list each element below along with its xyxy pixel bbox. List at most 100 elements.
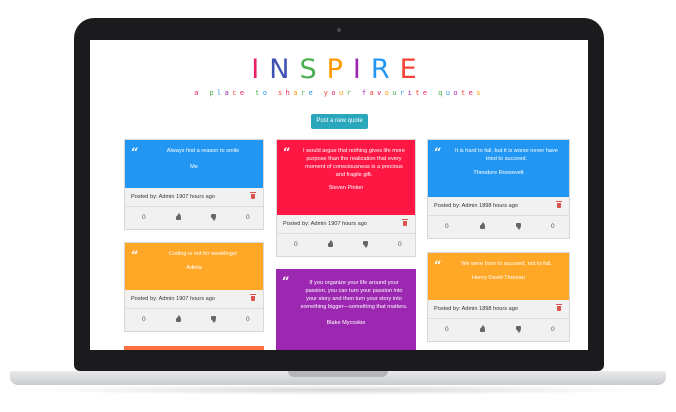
- trash-icon[interactable]: [402, 219, 408, 226]
- tagline-char: v: [377, 89, 385, 97]
- trash-icon[interactable]: [250, 192, 256, 199]
- tagline-char: o: [384, 89, 393, 97]
- vote-bar: 0 0: [428, 216, 569, 238]
- thumbs-up-icon[interactable]: [480, 222, 485, 229]
- quote-card: “ I would argue that nothing gives life …: [276, 139, 416, 257]
- tagline-char: t: [255, 89, 263, 97]
- quote-author: Theodore Roosevelt: [473, 170, 524, 176]
- tagline-char: a: [369, 89, 378, 97]
- tagline-char: e: [468, 89, 477, 97]
- quote-card: “ If you organize your life around your …: [276, 269, 416, 350]
- thumbs-up-icon[interactable]: [176, 213, 181, 220]
- site-title: INSPIRE: [90, 54, 588, 85]
- quote-icon: “: [434, 259, 442, 274]
- vote-bar: 0 0: [125, 309, 263, 331]
- quote-icon: “: [131, 249, 139, 264]
- tagline-char: [354, 89, 362, 97]
- site-tagline: a place to share your favourite quotes: [90, 89, 588, 97]
- tagline-char: [202, 89, 210, 97]
- quote-author: Blake Mycoskie: [326, 320, 366, 326]
- upvote-count: 0: [294, 241, 298, 248]
- upvote-count: 0: [142, 316, 146, 323]
- tagline-char: u: [339, 89, 347, 97]
- trash-icon[interactable]: [250, 294, 256, 301]
- title-letter: S: [299, 54, 327, 85]
- posted-info: Posted by: Admin 1898 hours ago: [428, 300, 569, 319]
- quote-author: Me: [190, 164, 198, 170]
- quote-icon: “: [434, 146, 442, 161]
- posted-info: Posted by: Admin 1907 hours ago: [125, 290, 263, 309]
- quote-text: We were born to succeed, not to fail.: [461, 261, 552, 267]
- tagline-char: a: [224, 89, 233, 97]
- upvote-count: 0: [445, 223, 449, 230]
- quote-icon: “: [282, 275, 290, 290]
- title-letter: N: [269, 54, 300, 85]
- thumbs-up-icon[interactable]: [328, 240, 333, 247]
- tagline-char: a: [293, 89, 301, 97]
- tagline-char: f: [361, 89, 370, 97]
- title-letter: E: [399, 54, 427, 85]
- quote-card: “ Coding is not for weaklings! Adiela Po…: [124, 242, 264, 332]
- quote-text: Coding is not for weaklings!: [168, 251, 238, 257]
- quote-text: I would argue that nothing gives life mo…: [303, 148, 405, 178]
- quote-body: “ Always find a reason to smile Me: [125, 140, 263, 188]
- quote-text: It is hard to fail, but it is worse neve…: [455, 148, 558, 162]
- title-letter: I: [251, 54, 270, 85]
- vote-bar: 0 0: [277, 234, 415, 256]
- laptop-notch: [288, 371, 388, 377]
- tagline-char: c: [232, 89, 240, 97]
- thumbs-down-icon[interactable]: [211, 214, 216, 221]
- thumbs-up-icon[interactable]: [480, 325, 485, 332]
- webcam: [337, 28, 341, 32]
- vote-bar: 0 0: [428, 319, 569, 341]
- quote-author: Henry David Thoreau: [471, 275, 526, 281]
- quote-body: “ We were born to succeed, not to fail. …: [428, 253, 569, 300]
- tagline-char: t: [461, 89, 469, 97]
- tagline-char: q: [438, 89, 446, 97]
- quote-icon: “: [131, 146, 139, 161]
- quote-card: “ We were born to succeed, not to fail. …: [427, 252, 570, 342]
- thumbs-down-icon[interactable]: [516, 326, 521, 333]
- tagline-char: e: [422, 89, 431, 97]
- thumbs-down-icon[interactable]: [363, 241, 368, 248]
- trash-icon[interactable]: [556, 201, 562, 208]
- downvote-count: 0: [551, 223, 555, 230]
- tagline-char: t: [415, 89, 423, 97]
- quote-body: “ I would argue that nothing gives life …: [277, 140, 415, 215]
- posted-info: Posted by: Admin 1907 hours ago: [277, 215, 415, 234]
- quote-text: Always find a reason to smile: [166, 148, 240, 154]
- tagline-char: p: [209, 89, 217, 97]
- thumbs-up-icon[interactable]: [176, 315, 181, 322]
- thumbs-down-icon[interactable]: [211, 316, 216, 323]
- quote-card: “ Always find a reason to smile Me Poste…: [124, 139, 264, 230]
- quote-body: “ It is hard to fail, but it is worse ne…: [428, 140, 569, 197]
- laptop-shadow: [20, 385, 656, 395]
- downvote-count: 0: [246, 316, 250, 323]
- quote-author: Steven Pinker: [328, 185, 364, 191]
- title-letter: R: [370, 54, 400, 85]
- title-letter: P: [326, 54, 353, 85]
- quote-icon: “: [283, 146, 291, 161]
- quote-text: If you organize your life around your pa…: [300, 280, 408, 310]
- tagline-char: [431, 89, 439, 97]
- tagline-char: e: [308, 89, 317, 97]
- trash-icon[interactable]: [556, 304, 562, 311]
- downvote-count: 0: [246, 214, 250, 221]
- tagline-char: o: [262, 89, 271, 97]
- thumbs-down-icon[interactable]: [516, 223, 521, 230]
- tagline-char: y: [323, 89, 332, 97]
- quote-body: “ If you organize your life around your …: [276, 269, 416, 350]
- tagline-char: s: [278, 89, 286, 97]
- title-letter: I: [352, 54, 371, 85]
- post-quote-button[interactable]: Post a new quote: [311, 114, 368, 129]
- vote-bar: 0 0: [125, 207, 263, 229]
- tagline-char: [270, 89, 278, 97]
- tagline-char: r: [300, 89, 309, 97]
- tagline-char: e: [239, 89, 248, 97]
- tagline-char: o: [331, 89, 339, 97]
- tagline-char: l: [217, 89, 225, 97]
- quote-body: “ Coding is not for weaklings! Adiela: [125, 243, 263, 290]
- tagline-char: h: [285, 89, 294, 97]
- upvote-count: 0: [445, 326, 449, 333]
- tagline-char: u: [445, 89, 454, 97]
